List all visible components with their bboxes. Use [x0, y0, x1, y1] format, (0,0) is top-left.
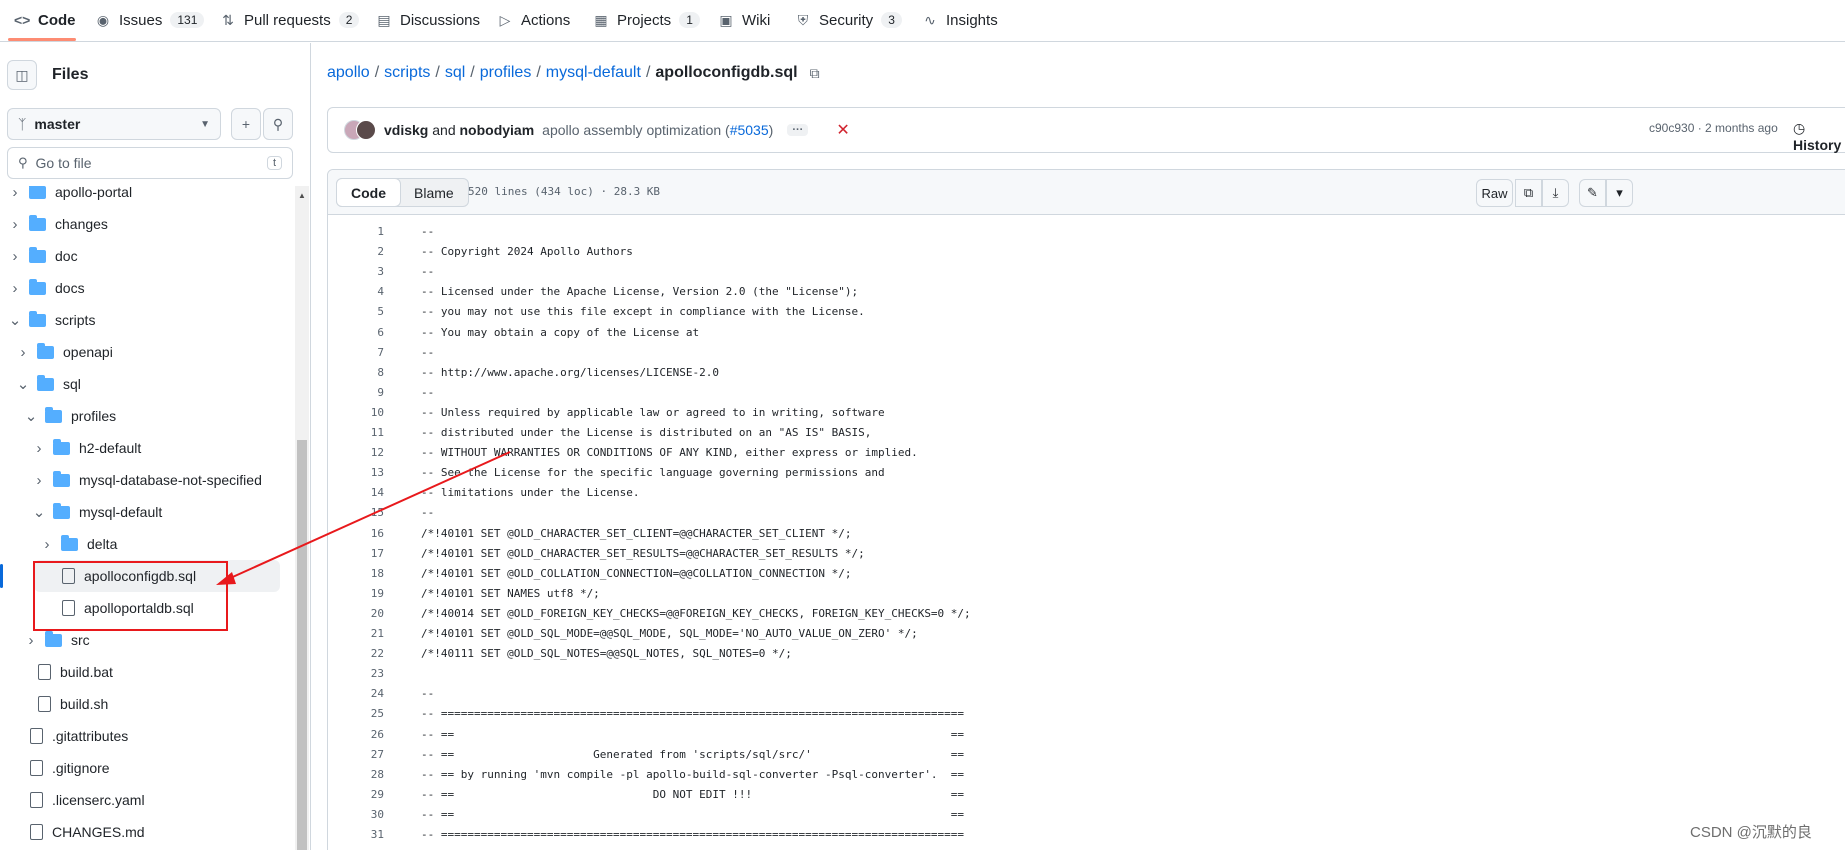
watermark: CSDN @沉默的良	[1690, 824, 1812, 841]
annotation-arrow	[216, 451, 511, 585]
github-file-view: <> Code ◉ Issues 131 ⇅ Pull requests 2 ▤ Discu…	[0, 0, 1845, 850]
